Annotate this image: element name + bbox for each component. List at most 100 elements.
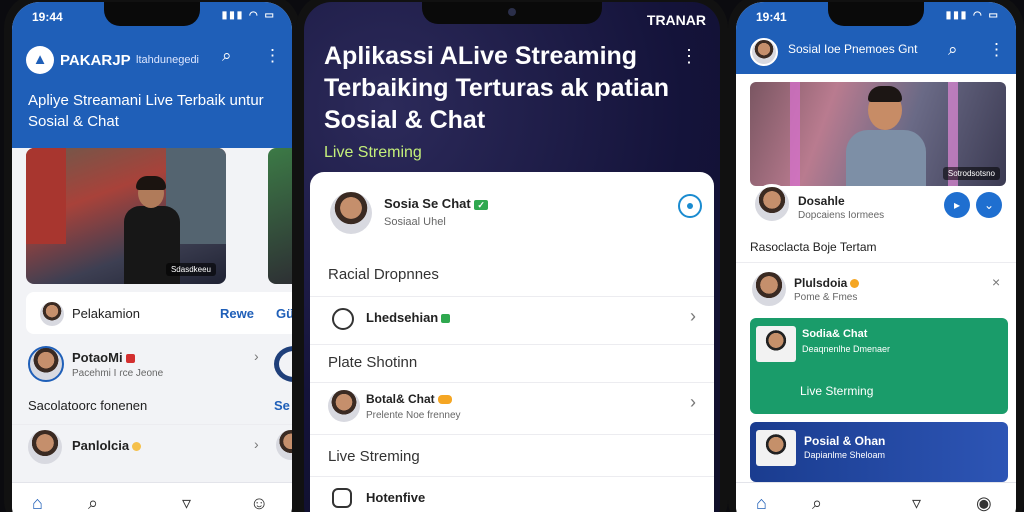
page-subtitle: Live Streming — [324, 144, 422, 161]
live-label: Live Sterming — [800, 384, 874, 398]
camera-icon — [508, 8, 516, 16]
streamer-hair — [868, 86, 902, 102]
next-stream-thumbnail[interactable] — [268, 148, 292, 284]
divider — [12, 424, 292, 425]
phone-right-screen: 19:41 ▮▮▮ ◠ ▭ Sosial Ioe Pnemoes Gnt ⌕ ⋮… — [736, 2, 1016, 512]
card-title: Posial & Ohan — [804, 434, 886, 448]
divider — [736, 262, 1016, 263]
host-avatar — [752, 184, 792, 224]
divider — [310, 476, 714, 477]
secondary-link[interactable]: Gü — [276, 306, 292, 321]
user-name: Panlolcia — [72, 438, 142, 453]
card-thumbnail — [756, 430, 796, 466]
status-icons: ▮▮▮ ◠ ▭ — [945, 10, 1000, 21]
phone-left: 19:44 ▮▮▮ ◠ ▭ ▲ PAKARJP ltahdunegedi ⌕ ⋮… — [4, 0, 300, 512]
phone-left-screen: 19:44 ▮▮▮ ◠ ▭ ▲ PAKARJP ltahdunegedi ⌕ ⋮… — [12, 2, 292, 512]
status-ring-icon[interactable] — [678, 194, 702, 218]
phone-center: TRANAR ⋮ Aplikassi ALive Streaming Terba… — [296, 0, 728, 512]
card-title: Sodia& Chat — [802, 328, 868, 340]
avatar — [276, 430, 292, 460]
status-icons: ▮▮▮ ◠ ▭ — [221, 10, 276, 21]
content-panel: Sosia Se Chat ✓ Sosiaal Uhel Racial Drop… — [310, 172, 714, 512]
host-subtitle: Dopcaiens Iormees — [798, 210, 885, 221]
list-item[interactable]: Lhedsehian — [366, 310, 451, 325]
avatar — [40, 302, 64, 326]
close-icon[interactable]: × — [992, 274, 1000, 290]
streamer-body — [846, 130, 926, 186]
search-icon[interactable]: ⌕ — [812, 493, 822, 512]
share-button[interactable]: ▸ — [944, 192, 970, 218]
inbox-icon[interactable]: ▿ — [182, 493, 191, 512]
building — [26, 148, 66, 244]
section-title: Plate Shotinn — [328, 354, 418, 371]
notch — [104, 2, 200, 26]
chat-icon — [332, 308, 354, 330]
phone-right: 19:41 ▮▮▮ ◠ ▭ Sosial Ioe Pnemoes Gnt ⌕ ⋮… — [728, 0, 1024, 512]
chevron-right-icon[interactable]: › — [254, 436, 259, 452]
bottom-nav: ⌂ ⌕ ▿ ☺ — [12, 482, 292, 512]
search-icon[interactable]: ⌕ — [222, 46, 232, 66]
host-name: Pelakamion — [72, 306, 140, 321]
search-icon[interactable]: ⌕ — [948, 40, 958, 60]
card-subtitle: Pome & Fmes — [794, 292, 858, 303]
avatar[interactable] — [750, 38, 778, 66]
divider — [310, 382, 714, 383]
video-tag: Sotrodsotsno — [942, 167, 1000, 180]
section-title: Racial Dropnnes — [328, 266, 439, 283]
app-logo-icon: ▲ — [26, 46, 54, 74]
partial-avatar — [274, 346, 292, 382]
profile-subtitle: Sosiaal Uhel — [384, 216, 446, 228]
live-stream-thumbnail[interactable]: Sdasdkeeu — [26, 148, 226, 284]
user-name: PotaoMi — [72, 350, 135, 365]
profile-icon[interactable]: ◉ — [976, 493, 992, 512]
light-stripe — [790, 82, 800, 186]
list-item-title[interactable]: Botal& Chat — [366, 392, 452, 406]
profile-name: Sosia Se Chat ✓ — [384, 196, 488, 211]
bottom-nav: ⌂ ⌕ ▿ ◉ — [736, 482, 1016, 512]
section-title: Rasoclacta Boje Tertam — [750, 240, 877, 254]
search-icon[interactable]: ⌕ — [88, 493, 98, 512]
home-icon[interactable]: ⌂ — [756, 493, 767, 512]
list-item[interactable]: Hotenfive — [366, 490, 425, 505]
avatar — [28, 430, 62, 464]
profile-avatar — [330, 192, 372, 234]
card-thumbnail — [756, 326, 796, 362]
see-all-link[interactable]: Se — [274, 398, 290, 413]
page-title: Sosial Ioe Pnemoes Gnt — [788, 42, 918, 56]
more-options-icon[interactable]: ⋮ — [988, 40, 1005, 60]
inbox-icon[interactable]: ▿ — [912, 493, 921, 512]
chevron-right-icon[interactable]: › — [690, 392, 696, 413]
more-options-icon[interactable]: ⋮ — [264, 46, 281, 66]
chevron-right-icon[interactable]: › — [690, 306, 696, 327]
stream-tag: Sdasdkeeu — [165, 263, 216, 276]
host-name: Dosahle — [798, 194, 845, 208]
section-title: Sacolatoorc fonenen — [28, 398, 148, 413]
app-brand: PAKARJP — [60, 52, 131, 69]
avatar — [328, 390, 360, 422]
status-time: 19:41 — [756, 10, 787, 24]
divider — [310, 434, 714, 435]
document-icon — [332, 488, 352, 508]
profile-icon[interactable]: ☺ — [250, 493, 268, 512]
page-title: Apliye Streamani Live Terbaik untur Sosi… — [28, 92, 264, 130]
section-title: Live Streming — [328, 448, 420, 465]
brand-label: TRANAR — [646, 12, 706, 28]
host-card[interactable]: Pelakamion Rewe Gü — [26, 292, 292, 334]
chevron-right-icon[interactable]: › — [254, 348, 259, 364]
avatar — [28, 346, 64, 382]
live-card[interactable]: Sodia& Chat Deaqnenlhe Dmenaer Live Ster… — [750, 318, 1008, 414]
card-title: Plulsdoia — [794, 276, 860, 290]
card-subtitle: Deaqnenlhe Dmenaer — [802, 344, 891, 354]
follow-link[interactable]: Rewe — [220, 306, 254, 321]
live-video[interactable]: Sotrodsotsno — [750, 82, 1006, 186]
status-time: 19:44 — [32, 10, 63, 24]
brand-subtitle: ltahdunegedi — [136, 54, 200, 66]
home-icon[interactable]: ⌂ — [32, 493, 43, 512]
page-title: Aplikassi ALive Streaming Terbaiking Ter… — [324, 42, 670, 134]
card-subtitle: Dapianlme Sheloam — [804, 450, 886, 460]
divider — [310, 296, 714, 297]
phone-center-screen: TRANAR ⋮ Aplikassi ALive Streaming Terba… — [304, 2, 720, 512]
chat-card[interactable]: Posial & Ohan Dapianlme Sheloam — [750, 422, 1008, 482]
expand-button[interactable]: ⌄ — [976, 192, 1002, 218]
avatar — [752, 272, 786, 306]
